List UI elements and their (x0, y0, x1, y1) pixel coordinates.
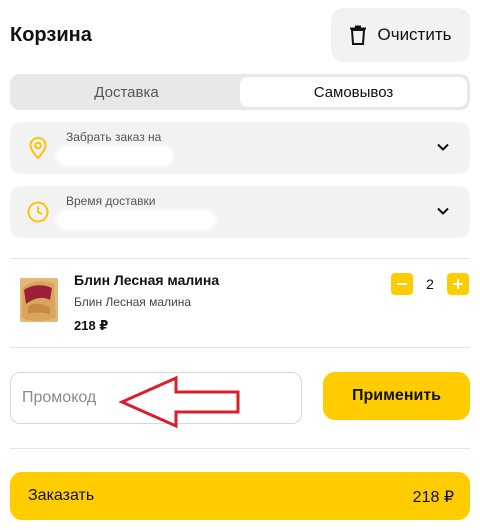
tab-delivery[interactable]: Доставка (13, 77, 240, 107)
minus-icon (397, 283, 407, 285)
delivery-time-select[interactable]: Время доставки (10, 186, 470, 238)
product-price: 218 ₽ (74, 318, 109, 333)
plus-icon (453, 279, 463, 289)
apply-promo-button[interactable]: Применить (323, 372, 470, 420)
pickup-field-label: Забрать заказ на (66, 130, 162, 144)
page-title: Корзина (10, 24, 92, 46)
arrow-annotation-icon (118, 375, 240, 429)
place-order-button[interactable]: Заказать 218 ₽ (10, 472, 470, 520)
clear-cart-label: Очистить (377, 25, 452, 44)
chevron-down-icon (437, 143, 449, 151)
trash-icon (350, 25, 367, 45)
delivery-mode-tabs: Доставка Самовывоз (10, 74, 470, 110)
clock-icon (27, 201, 49, 223)
product-description: Блин Лесная малина (74, 295, 192, 309)
time-field-label: Время доставки (66, 194, 156, 208)
pickup-time-select[interactable]: Забрать заказ на (10, 122, 470, 174)
divider (10, 258, 470, 259)
quantity-value: 2 (426, 276, 434, 292)
divider (10, 347, 470, 348)
chevron-down-icon (437, 207, 449, 215)
product-name: Блин Лесная малина (74, 272, 220, 288)
product-image (20, 278, 58, 322)
redacted-value (56, 146, 174, 166)
redacted-value (56, 210, 216, 230)
divider (10, 448, 470, 449)
order-total: 218 ₽ (412, 489, 454, 506)
decrease-quantity-button[interactable] (391, 273, 413, 295)
clear-cart-button[interactable]: Очистить (331, 8, 470, 62)
location-pin-icon (29, 136, 47, 160)
increase-quantity-button[interactable] (447, 273, 469, 295)
tab-pickup[interactable]: Самовывоз (240, 77, 467, 107)
order-button-label: Заказать (28, 487, 95, 504)
